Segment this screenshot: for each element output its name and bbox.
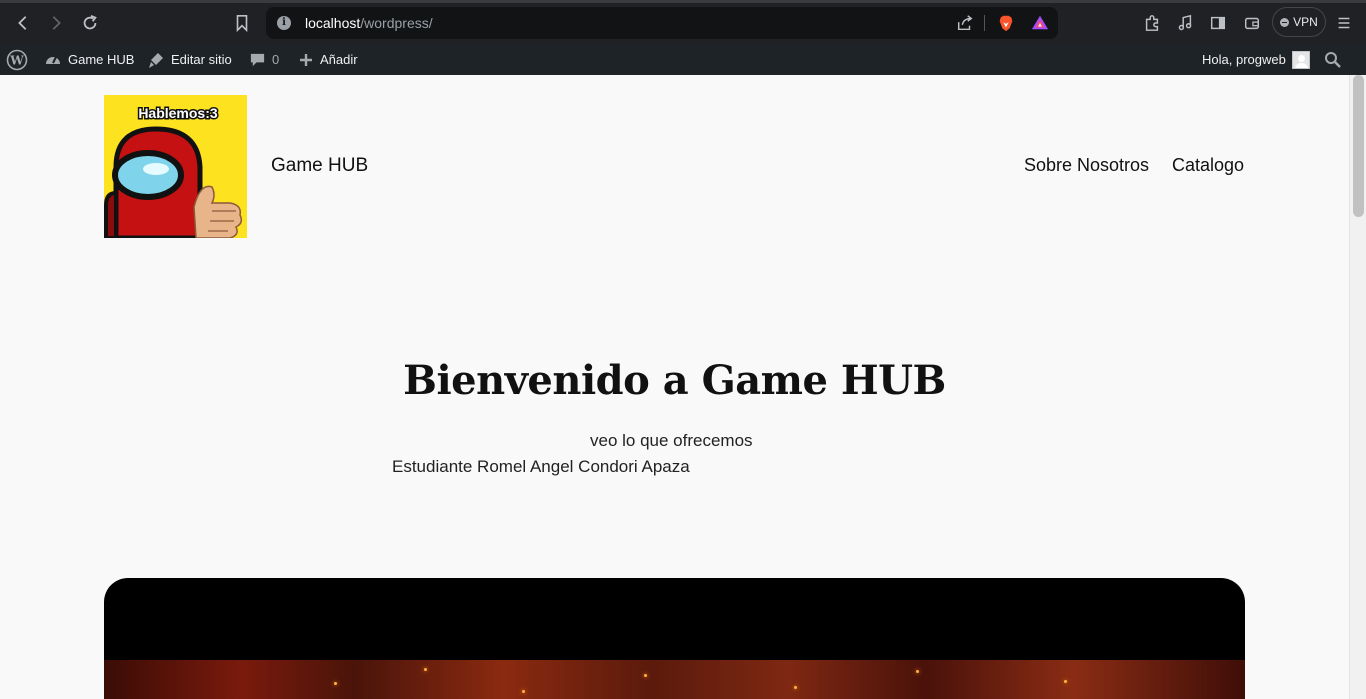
forward-arrow-icon xyxy=(52,16,61,30)
svg-text:W: W xyxy=(9,53,24,67)
sidebar-icon xyxy=(1210,16,1226,30)
page-scrollbar[interactable] xyxy=(1349,75,1366,699)
reload-icon xyxy=(83,14,97,30)
plus-icon xyxy=(300,53,312,66)
comments-link[interactable]: 0 xyxy=(249,44,279,75)
share-button[interactable] xyxy=(954,12,976,34)
hero-title: Bienvenido a Game HUB xyxy=(403,357,946,404)
hero-subtitle: veo lo que ofrecemos xyxy=(590,431,753,450)
hero-author: Estudiante Romel Angel Condori Apaza xyxy=(392,457,690,476)
brave-lion-icon xyxy=(999,15,1013,32)
spark xyxy=(794,686,797,689)
edit-site-label: Editar sitio xyxy=(171,52,232,67)
nav-link-catalogo[interactable]: Catalogo xyxy=(1172,155,1244,176)
bookmark-icon xyxy=(236,14,248,32)
spark xyxy=(644,674,647,677)
wp-logo-button[interactable]: W xyxy=(6,44,28,75)
bookmark-button[interactable] xyxy=(231,12,253,34)
divider xyxy=(984,15,985,31)
menu-button[interactable] xyxy=(1333,12,1355,34)
brave-rewards-button[interactable] xyxy=(1029,12,1051,34)
greeting-label: Hola, progweb xyxy=(1202,52,1286,67)
sidebar-button[interactable] xyxy=(1207,12,1229,34)
admin-search-button[interactable] xyxy=(1324,44,1342,75)
wallet-button[interactable] xyxy=(1241,12,1263,34)
among-us-logo-image: Hablemos:3 xyxy=(104,104,243,238)
scrollbar-thumb[interactable] xyxy=(1353,75,1364,217)
nav-link-sobre-nosotros[interactable]: Sobre Nosotros xyxy=(1024,155,1149,176)
vpn-status-icon xyxy=(1280,17,1290,27)
edit-brush-icon xyxy=(149,52,163,68)
vpn-label: VPN xyxy=(1293,15,1318,29)
site-title[interactable]: Game HUB xyxy=(271,155,368,177)
wallet-icon xyxy=(1244,17,1260,30)
media-button[interactable] xyxy=(1174,12,1196,34)
back-button[interactable] xyxy=(12,12,34,34)
comments-count: 0 xyxy=(272,52,280,67)
my-account-link[interactable]: Hola, progweb xyxy=(1202,44,1310,75)
extensions-button[interactable] xyxy=(1141,12,1163,34)
site-logo[interactable]: Hablemos:3 xyxy=(104,95,247,238)
search-icon xyxy=(1325,51,1341,68)
puzzle-icon xyxy=(1145,15,1159,31)
music-note-icon xyxy=(1178,14,1192,31)
edit-site-link[interactable]: Editar sitio xyxy=(147,44,232,75)
share-icon xyxy=(957,15,973,31)
svg-text:Hablemos:3: Hablemos:3 xyxy=(138,105,218,121)
spark xyxy=(334,682,337,685)
avatar xyxy=(1291,50,1310,69)
wp-admin-bar: W Game HUB Editar sitio 0 Añadir Hola, p… xyxy=(0,44,1366,75)
vpn-button[interactable]: VPN xyxy=(1272,7,1326,37)
spark xyxy=(522,690,525,693)
comment-bubble-icon xyxy=(250,53,265,67)
site-name-label: Game HUB xyxy=(68,52,135,67)
site-name-link[interactable]: Game HUB xyxy=(44,44,134,75)
url-text[interactable]: localhost/wordpress/ xyxy=(305,15,433,31)
back-arrow-icon xyxy=(18,16,27,30)
wordpress-logo-icon: W xyxy=(6,49,28,70)
add-new-label: Añadir xyxy=(320,52,358,67)
dashboard-gauge-icon xyxy=(46,56,60,64)
browser-toolbar: i localhost/wordpress/ VPN xyxy=(0,0,1366,44)
spark xyxy=(1064,680,1067,683)
spark xyxy=(916,670,919,673)
reload-button[interactable] xyxy=(79,12,101,34)
hamburger-menu-icon xyxy=(1338,17,1350,29)
site-info-icon[interactable]: i xyxy=(277,16,291,30)
rewards-triangle-icon xyxy=(1031,15,1049,30)
forward-button[interactable] xyxy=(45,12,67,34)
brave-shields-button[interactable] xyxy=(995,12,1017,34)
featured-media[interactable] xyxy=(104,578,1245,699)
address-bar[interactable]: i localhost/wordpress/ xyxy=(266,7,1058,39)
add-new-link[interactable]: Añadir xyxy=(298,44,358,75)
spark xyxy=(424,668,427,671)
featured-image-fire xyxy=(104,660,1245,699)
